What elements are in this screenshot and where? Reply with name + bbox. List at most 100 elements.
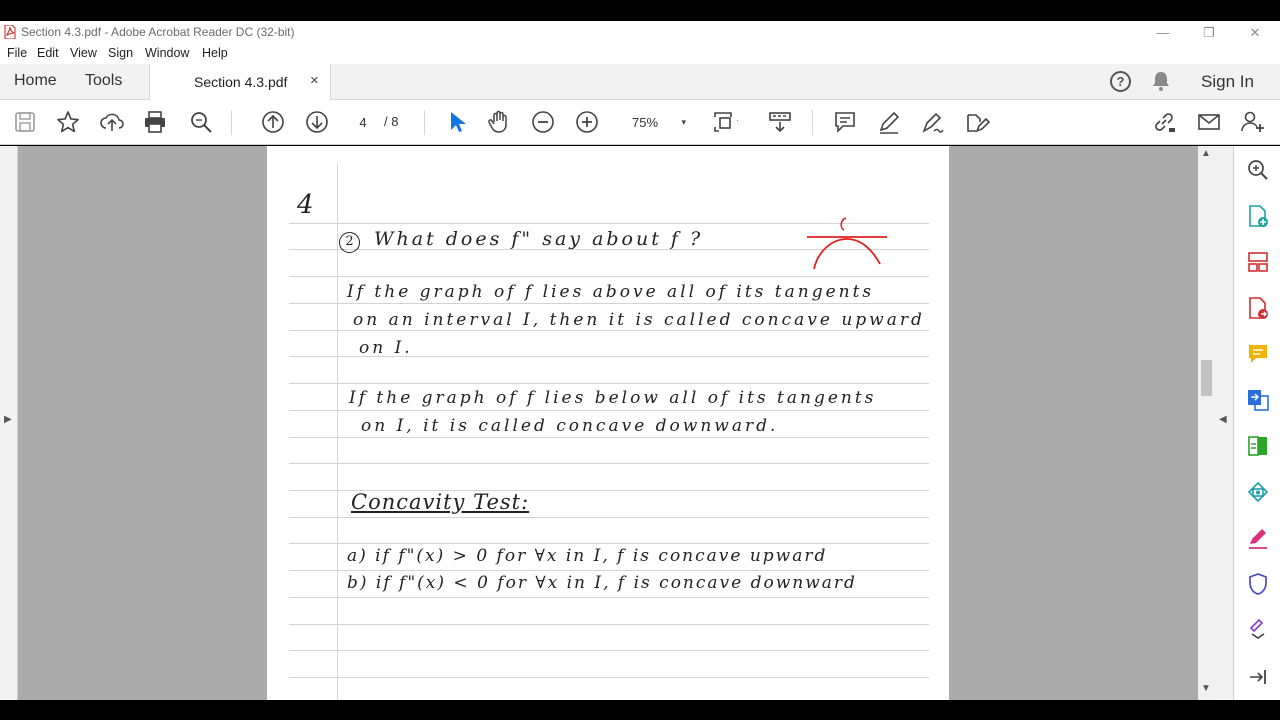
text-line-2: on an interval I, then it is called conc… (353, 310, 925, 330)
create-pdf-icon[interactable] (1246, 204, 1270, 228)
tab-tools[interactable]: Tools (85, 72, 122, 90)
close-tab-icon[interactable]: × (310, 72, 319, 89)
right-pane-toggle[interactable]: ◀ (1215, 146, 1233, 700)
letterbox-top (0, 0, 1280, 21)
menu-help[interactable]: Help (202, 46, 228, 60)
scroll-down-icon[interactable]: ▼ (1201, 683, 1211, 694)
menu-file[interactable]: File (7, 46, 27, 60)
ruled-line (289, 677, 929, 678)
acrobat-pdf-icon (4, 25, 16, 39)
ruled-line (289, 463, 929, 464)
menu-sign[interactable]: Sign (108, 46, 133, 60)
zoom-out-icon[interactable] (530, 109, 556, 135)
ruled-line (289, 517, 929, 518)
collapse-pane-icon[interactable] (1246, 665, 1270, 689)
organize-pages-icon[interactable] (1246, 250, 1270, 274)
zoom-dropdown[interactable]: 75% ▾ (620, 112, 692, 133)
tools-pane (1233, 146, 1280, 700)
menu-edit[interactable]: Edit (37, 46, 59, 60)
window-titlebar: Section 4.3.pdf - Adobe Acrobat Reader D… (0, 21, 1280, 44)
text-line-4: If the graph of f lies below all of its … (349, 388, 877, 408)
chevron-down-icon: ▾ (681, 117, 686, 127)
restore-button[interactable]: ❐ (1186, 23, 1232, 43)
scrollbar-thumb[interactable] (1201, 360, 1212, 396)
question-number: 2 (339, 232, 360, 253)
more-tools-icon[interactable] (1246, 616, 1270, 640)
toolbar: 4 / 8 75% ▾ (0, 100, 1280, 145)
pdf-page: 4 2 What does f" say about f ? If the gr… (267, 146, 949, 700)
comment-icon[interactable] (832, 109, 858, 135)
letterbox-bottom (0, 700, 1280, 720)
page-total: / 8 (384, 114, 399, 129)
upload-icon[interactable] (99, 109, 125, 135)
comment-tool-icon[interactable] (1246, 342, 1270, 366)
text-line-3: on I. (359, 338, 413, 358)
menu-view[interactable]: View (70, 46, 97, 60)
bookmark-star-icon[interactable] (55, 109, 81, 135)
scroll-up-icon[interactable]: ▲ (1201, 148, 1211, 159)
ruled-line (289, 597, 929, 598)
search-zoom-icon[interactable] (1246, 158, 1270, 182)
zoom-in-icon[interactable] (574, 109, 600, 135)
scan-ocr-icon[interactable] (1246, 480, 1270, 504)
page-down-icon[interactable] (304, 109, 330, 135)
scroll-mode-icon[interactable] (767, 109, 793, 135)
section-heading: Concavity Test: (351, 490, 530, 514)
ruled-line (289, 410, 929, 411)
toolbar-divider (231, 110, 232, 135)
email-icon[interactable] (1196, 109, 1222, 135)
toolbar-divider (812, 110, 813, 135)
bell-icon[interactable] (1151, 70, 1171, 92)
add-user-icon[interactable] (1240, 109, 1266, 135)
protect-shield-icon[interactable] (1246, 572, 1270, 596)
fit-page-icon[interactable] (712, 109, 740, 135)
ruled-line (289, 624, 929, 625)
print-icon[interactable] (142, 109, 168, 135)
zoom-value: 75% (632, 115, 659, 130)
minimize-button[interactable]: — (1140, 23, 1186, 43)
document-tab-label: Section 4.3.pdf (194, 74, 288, 90)
tab-home[interactable]: Home (14, 72, 57, 90)
chevron-right-icon: ▶ (4, 414, 12, 425)
test-item-a: a) if f"(x) > 0 for ∀x in I, f is concav… (347, 546, 828, 566)
ruled-line (289, 276, 929, 277)
combine-files-icon[interactable] (1246, 388, 1270, 412)
edit-pdf-icon[interactable] (964, 109, 991, 135)
sign-icon[interactable] (920, 109, 946, 135)
compress-pdf-icon[interactable] (1246, 434, 1270, 458)
sign-in-link[interactable]: Sign In (1201, 72, 1254, 92)
vertical-scrollbar[interactable]: ▲ ▼ (1198, 146, 1215, 700)
pen-icon[interactable] (876, 109, 902, 135)
test-item-b: b) if f"(x) < 0 for ∀x in I, f is concav… (347, 573, 857, 593)
export-pdf-icon[interactable] (1246, 296, 1270, 320)
ruled-line (289, 383, 929, 384)
help-icon[interactable]: ? (1110, 71, 1131, 92)
page-number-input[interactable]: 4 (348, 112, 378, 133)
menu-bar: File Edit View Sign Window Help (0, 44, 1280, 64)
toolbar-divider (424, 110, 425, 135)
tab-document[interactable]: Section 4.3.pdf × (149, 64, 331, 100)
ruled-line (289, 303, 929, 304)
share-link-icon[interactable] (1151, 109, 1177, 135)
search-icon[interactable] (188, 109, 214, 135)
ruled-line (289, 437, 929, 438)
notebook-margin-line (337, 164, 338, 700)
select-arrow-icon[interactable] (443, 109, 469, 135)
page-up-icon[interactable] (260, 109, 286, 135)
text-line-5: on I, it is called concave downward. (361, 416, 779, 436)
text-line-1: If the graph of f lies above all of its … (347, 282, 875, 302)
ruled-line (289, 330, 929, 331)
ruled-line (289, 543, 929, 544)
ruled-line (289, 570, 929, 571)
save-icon[interactable] (12, 109, 38, 135)
close-window-button[interactable]: ✕ (1232, 23, 1278, 43)
hand-icon[interactable] (486, 109, 512, 135)
fill-sign-icon[interactable] (1246, 526, 1270, 550)
ruled-line (289, 650, 929, 651)
tab-bar: Home Tools Section 4.3.pdf × ? Sign In (0, 64, 1280, 100)
page-number-handwritten: 4 (297, 190, 314, 220)
left-pane-toggle[interactable]: ▶ (0, 146, 18, 700)
menu-window[interactable]: Window (145, 46, 189, 60)
chevron-left-icon: ◀ (1219, 414, 1227, 425)
window-title: Section 4.3.pdf - Adobe Acrobat Reader D… (21, 25, 295, 39)
